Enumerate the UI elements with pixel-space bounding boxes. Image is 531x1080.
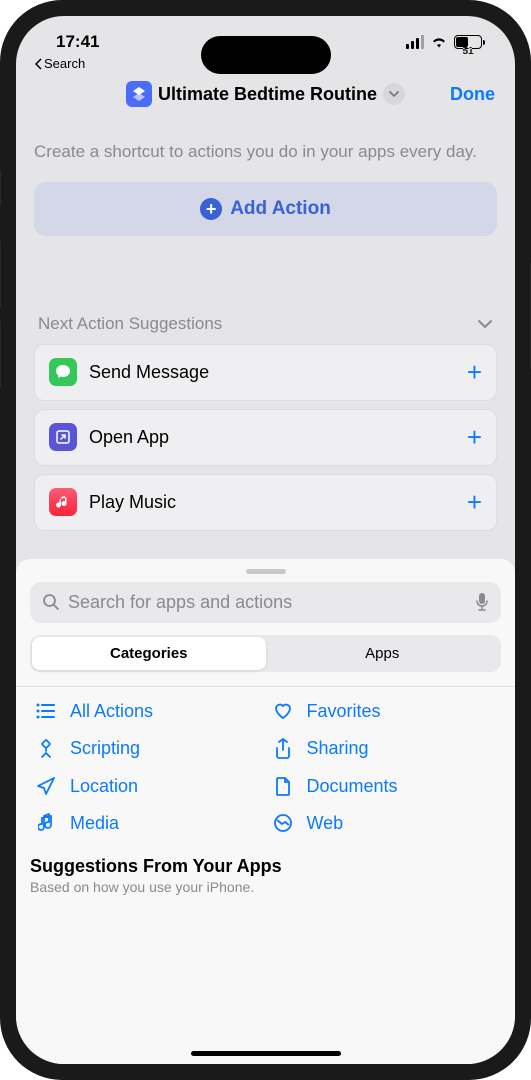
add-icon[interactable]: + <box>467 487 482 518</box>
apps-suggestions-subtitle: Based on how you use your iPhone. <box>30 879 501 895</box>
location-icon <box>34 776 58 796</box>
intro-text: Create a shortcut to actions you do in y… <box>34 141 497 164</box>
sheet-grabber[interactable] <box>246 569 286 574</box>
shortcut-app-icon <box>126 81 152 107</box>
add-action-button[interactable]: + Add Action <box>34 182 497 236</box>
category-location[interactable]: Location <box>34 776 261 797</box>
search-icon <box>42 593 60 611</box>
volume-down-button <box>0 320 1 388</box>
add-action-label: Add Action <box>230 198 331 220</box>
category-label: Documents <box>307 776 398 797</box>
volume-up-button <box>0 240 1 308</box>
chevron-down-icon <box>389 91 399 97</box>
suggestion-label: Play Music <box>89 492 455 513</box>
suggestions-title: Next Action Suggestions <box>38 314 222 334</box>
title-menu-button[interactable] <box>383 83 405 105</box>
page-title: Ultimate Bedtime Routine <box>158 84 377 105</box>
search-input[interactable]: Search for apps and actions <box>30 582 501 623</box>
suggestion-send-message[interactable]: Send Message + <box>34 344 497 401</box>
dynamic-island <box>201 36 331 74</box>
wifi-icon <box>430 35 448 49</box>
category-sharing[interactable]: Sharing <box>271 738 498 760</box>
web-icon <box>271 813 295 833</box>
search-placeholder: Search for apps and actions <box>68 592 467 613</box>
nav-header: Ultimate Bedtime Routine Done <box>16 75 515 121</box>
heart-icon <box>271 702 295 720</box>
categories-grid: All Actions Favorites Scripting Sharing … <box>30 701 501 852</box>
suggestion-label: Open App <box>89 427 455 448</box>
battery-icon: 51 <box>454 35 485 49</box>
category-scripting[interactable]: Scripting <box>34 738 261 760</box>
category-label: Web <box>307 813 344 834</box>
category-media[interactable]: Media <box>34 813 261 834</box>
back-label: Search <box>44 56 85 71</box>
media-icon <box>34 813 58 833</box>
scripting-icon <box>34 739 58 759</box>
list-icon <box>34 703 58 719</box>
device-frame: 17:41 51 Search Ultimate Bedtime Routine <box>0 0 531 1080</box>
music-icon <box>49 488 77 516</box>
status-time: 17:41 <box>56 32 99 52</box>
messages-icon <box>49 358 77 386</box>
done-button[interactable]: Done <box>450 84 495 105</box>
main-area: Create a shortcut to actions you do in y… <box>16 121 515 559</box>
suggestion-open-app[interactable]: Open App + <box>34 409 497 466</box>
side-button <box>0 170 1 206</box>
category-label: Scripting <box>70 738 140 759</box>
chevron-left-icon <box>34 58 42 70</box>
suggestions-section: Next Action Suggestions Send Message + O… <box>34 314 497 531</box>
category-web[interactable]: Web <box>271 813 498 834</box>
category-label: All Actions <box>70 701 153 722</box>
add-icon[interactable]: + <box>467 357 482 388</box>
tab-categories[interactable]: Categories <box>32 637 266 670</box>
mic-icon[interactable] <box>475 592 489 612</box>
divider <box>16 686 515 687</box>
suggestion-label: Send Message <box>89 362 455 383</box>
tab-apps[interactable]: Apps <box>266 637 500 670</box>
apps-suggestions-title: Suggestions From Your Apps <box>30 856 501 877</box>
category-label: Location <box>70 776 138 797</box>
home-indicator[interactable] <box>191 1051 341 1056</box>
category-label: Sharing <box>307 738 369 759</box>
add-icon[interactable]: + <box>467 422 482 453</box>
category-label: Favorites <box>307 701 381 722</box>
category-favorites[interactable]: Favorites <box>271 701 498 722</box>
plus-circle-icon: + <box>200 198 222 220</box>
category-all-actions[interactable]: All Actions <box>34 701 261 722</box>
cellular-icon <box>406 35 424 49</box>
screen: 17:41 51 Search Ultimate Bedtime Routine <box>16 16 515 1064</box>
suggestion-play-music[interactable]: Play Music + <box>34 474 497 531</box>
share-icon <box>271 738 295 760</box>
open-app-icon <box>49 423 77 451</box>
bottom-sheet: Search for apps and actions Categories A… <box>16 559 515 1064</box>
segmented-control: Categories Apps <box>30 635 501 672</box>
category-label: Media <box>70 813 119 834</box>
category-documents[interactable]: Documents <box>271 776 498 797</box>
document-icon <box>271 776 295 796</box>
chevron-down-icon[interactable] <box>477 319 493 329</box>
